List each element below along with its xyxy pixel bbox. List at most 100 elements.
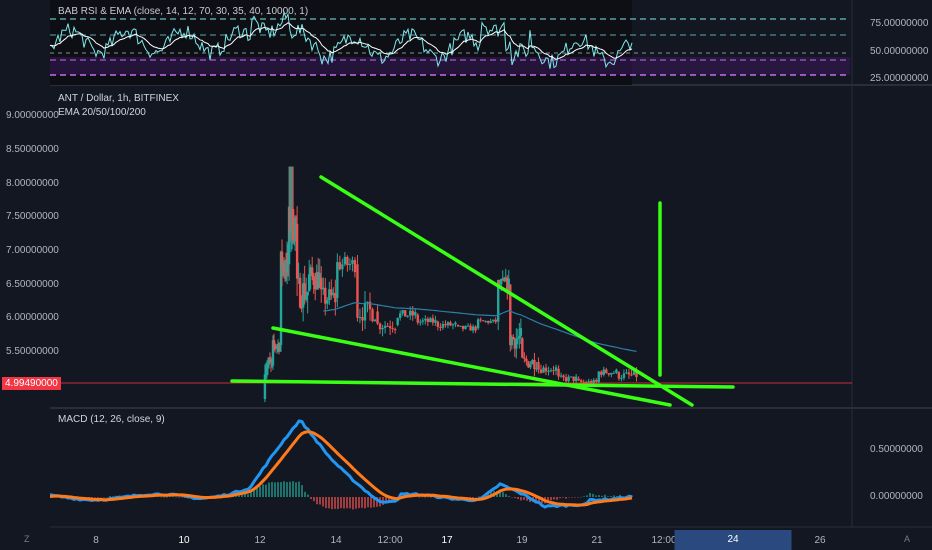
macd-histogram-bar	[178, 497, 180, 498]
macd-histogram-bar	[160, 496, 162, 498]
time-tick-12: 12	[254, 535, 266, 546]
candle-body	[295, 223, 299, 279]
candle-body	[307, 274, 311, 292]
candle-body	[416, 314, 419, 323]
candle-body	[429, 318, 432, 323]
macd-histogram-bar	[325, 497, 327, 509]
macd-histogram-bar	[517, 497, 519, 500]
time-tick-10: 10	[178, 535, 190, 546]
macd-histogram-bar	[250, 492, 252, 497]
macd-histogram-bar	[289, 481, 291, 497]
time-tick-12-00-b: 12:00	[651, 535, 677, 546]
macd-histogram-bar	[100, 497, 102, 498]
macd-histogram-bar	[295, 482, 297, 497]
candle-body	[567, 376, 570, 382]
price-tick-6.5: 6.50000000	[6, 279, 59, 290]
candle-body	[386, 325, 389, 327]
candle-body	[577, 378, 580, 381]
current-price-tag: 4.99490000	[2, 377, 61, 390]
macd-histogram-bar	[418, 497, 420, 498]
candle-body	[539, 369, 543, 373]
candle-body	[341, 264, 344, 270]
candle-body	[444, 323, 447, 326]
candle-body	[461, 325, 465, 329]
macd-histogram-bar	[292, 481, 294, 497]
candle-body	[562, 375, 565, 378]
macd-histogram-bar	[343, 497, 345, 509]
candle-body	[595, 379, 598, 382]
candle-body	[371, 309, 374, 322]
candle-body	[607, 373, 611, 375]
candle-body	[617, 372, 621, 379]
macd-histogram-bar	[577, 497, 579, 498]
macd-histogram-bar	[430, 497, 432, 498]
macd-indicator-title[interactable]: MACD (12, 26, close, 9)	[58, 414, 165, 425]
macd-histogram-bar	[508, 496, 510, 497]
candle-body	[602, 369, 606, 375]
candle-body	[533, 360, 536, 370]
candle-body	[404, 310, 407, 317]
candle-body	[366, 301, 369, 303]
candle-body	[622, 373, 626, 378]
price-tick-8: 8.00000000	[6, 178, 59, 189]
candle-body	[304, 295, 308, 300]
macd-lines	[49, 419, 633, 510]
macd-histogram-bar	[520, 497, 522, 501]
macd-histogram-bar	[580, 496, 582, 498]
zoom-reset-button[interactable]: Z	[24, 534, 30, 544]
candle-body	[474, 326, 477, 331]
candle-body	[439, 327, 442, 329]
candles	[263, 166, 638, 403]
candle-body	[459, 325, 462, 327]
candle-body	[336, 262, 339, 298]
candle-body	[338, 262, 342, 270]
auto-scale-button[interactable]: A	[904, 534, 910, 544]
macd-histogram-bar	[358, 497, 360, 509]
macd-histogram-bar	[328, 497, 330, 509]
price-tick-6: 6.00000000	[6, 312, 59, 323]
macd-histogram-bar	[601, 495, 603, 497]
trendline-drawings[interactable]	[230, 175, 735, 407]
candle-body	[484, 321, 487, 323]
macd-histogram-bar	[172, 496, 174, 497]
price-tick-9: 9.00000000	[6, 110, 59, 121]
rsi-indicator-title[interactable]: BAB RSI & EMA (close, 14, 12, 70, 30, 35…	[58, 6, 308, 17]
candle-body	[398, 313, 402, 318]
macd-histogram-bar	[277, 482, 279, 497]
macd-histogram-bar	[592, 493, 594, 497]
candle-body	[620, 377, 623, 379]
trendline-upper[interactable]	[319, 175, 694, 407]
ema-indicator-title[interactable]: EMA 20/50/100/200	[58, 107, 146, 118]
candle-body	[353, 260, 357, 273]
macd-histogram-bar	[427, 496, 429, 498]
time-tick-21: 21	[591, 535, 603, 546]
candle-body	[411, 310, 414, 316]
candle-body	[523, 357, 526, 359]
macd-histogram-bar	[271, 482, 273, 497]
time-tick-24-highlighted: 24	[674, 530, 792, 550]
candle-body	[572, 376, 575, 382]
macd-tick-0: 0.00000000	[870, 491, 923, 502]
macd-histogram-bar	[352, 497, 354, 510]
trendline-middle[interactable]	[271, 326, 672, 407]
candle-body	[469, 325, 472, 331]
candle-body	[554, 367, 558, 371]
macd-histogram-bar	[559, 497, 561, 499]
candle-body	[500, 278, 503, 285]
price-tick-5.5: 5.50000000	[6, 346, 59, 357]
macd-histogram-bar	[283, 481, 285, 497]
macd-histogram-bar	[613, 495, 615, 497]
macd-histogram-bar	[298, 481, 300, 497]
macd-histogram-bar	[103, 497, 105, 498]
macd-histogram-bar	[265, 484, 267, 497]
macd-histogram-bar	[361, 497, 363, 508]
chart-canvas[interactable]	[0, 0, 932, 550]
macd-line	[49, 419, 633, 509]
macd-histogram-bar	[319, 497, 321, 505]
macd-histogram-bar	[322, 497, 324, 507]
candle-body	[414, 311, 417, 316]
macd-histogram-bar	[307, 494, 309, 497]
candle-body	[449, 322, 452, 326]
candle-body	[564, 377, 568, 382]
macd-histogram-bar	[505, 494, 507, 497]
